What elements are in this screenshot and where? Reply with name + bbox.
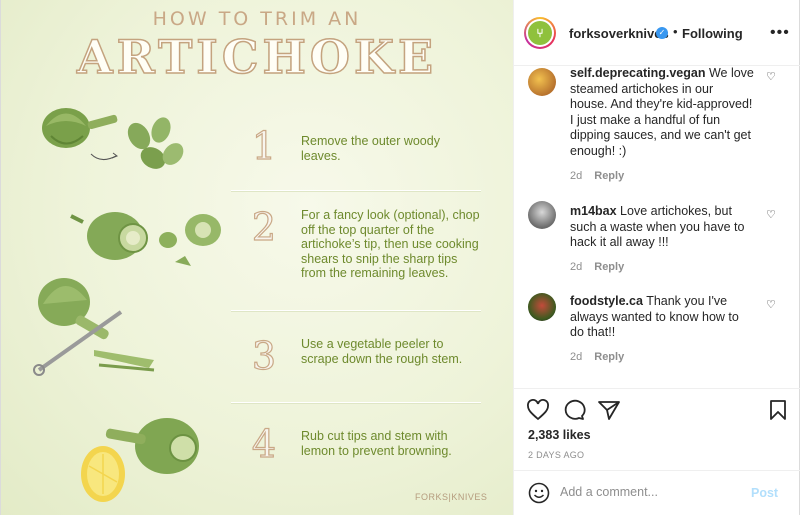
- post-side-panel: ⑂ forksoverknives ✓ • Following ••• self…: [513, 0, 800, 515]
- step-text: Rub cut tips and stem with lemon to prev…: [301, 429, 452, 458]
- peeler-stem-illustration: [33, 278, 155, 376]
- artichoke-cut-illustration: [70, 212, 221, 266]
- more-options-icon[interactable]: •••: [770, 24, 790, 42]
- comment-age[interactable]: 2d: [570, 351, 582, 363]
- step-number: 2: [251, 204, 277, 249]
- comment-text: self.deprecating.vegan We love steamed a…: [570, 66, 754, 159]
- step-divider: [231, 402, 481, 403]
- brand-watermark: FORKS|KNIVES: [415, 492, 488, 502]
- save-bookmark-icon[interactable]: [768, 399, 788, 421]
- comment-username[interactable]: foodstyle.ca: [570, 294, 643, 308]
- post-header: ⑂ forksoverknives ✓ • Following •••: [514, 0, 800, 66]
- comment-meta: 2d Reply: [570, 170, 636, 182]
- comment-text: m14bax Love artichokes, but such a waste…: [570, 204, 754, 251]
- reply-button[interactable]: Reply: [594, 170, 624, 182]
- comment-meta: 2d Reply: [570, 351, 636, 363]
- following-button[interactable]: Following: [682, 26, 743, 41]
- step-number: 3: [251, 333, 277, 378]
- likes-count[interactable]: 2,383 likes: [528, 428, 591, 442]
- emoji-icon[interactable]: [528, 482, 550, 504]
- reply-button[interactable]: Reply: [594, 351, 624, 363]
- separator-dot: •: [673, 24, 678, 39]
- comment-avatar[interactable]: [528, 201, 556, 229]
- comment-avatar[interactable]: [528, 293, 556, 321]
- reply-button[interactable]: Reply: [594, 261, 624, 273]
- step-divider: [231, 310, 481, 311]
- step-text: For a fancy look (optional), chop off th…: [301, 208, 480, 280]
- comment-age[interactable]: 2d: [570, 170, 582, 182]
- lemon-artichoke-illustration: [81, 418, 199, 502]
- add-comment-bar: Post: [514, 470, 800, 515]
- like-comment-heart-icon[interactable]: ♡: [766, 70, 776, 83]
- comment-username[interactable]: self.deprecating.vegan: [570, 66, 705, 80]
- post-dialog: HOW TO TRIM AN ARTICHOKE 1 Remove the ou…: [0, 0, 800, 515]
- post-comment-button[interactable]: Post: [751, 486, 778, 500]
- add-comment-input[interactable]: [560, 485, 740, 499]
- author-avatar[interactable]: ⑂: [524, 17, 556, 49]
- comment-bubble-icon[interactable]: [562, 399, 586, 421]
- step-divider: [231, 190, 481, 191]
- verified-badge-icon: ✓: [656, 27, 668, 39]
- infographic-title: ARTICHOKE: [76, 29, 438, 85]
- comment-age[interactable]: 2d: [570, 261, 582, 273]
- step-number: 1: [251, 123, 277, 168]
- share-paper-plane-icon[interactable]: [597, 399, 621, 421]
- like-comment-heart-icon[interactable]: ♡: [766, 298, 776, 311]
- infographic-subtitle: HOW TO TRIM AN: [152, 8, 362, 30]
- comments-list: self.deprecating.vegan We love steamed a…: [514, 66, 800, 388]
- step-text: Use a vegetable peeler to scrape down th…: [301, 337, 463, 366]
- like-comment-heart-icon[interactable]: ♡: [766, 208, 776, 221]
- post-date[interactable]: 2 DAYS AGO: [528, 450, 584, 460]
- post-actions: [514, 388, 800, 428]
- step-text: Remove the outer woody leaves.: [301, 134, 440, 163]
- post-image[interactable]: HOW TO TRIM AN ARTICHOKE 1 Remove the ou…: [1, 0, 513, 515]
- comment-text: foodstyle.ca Thank you I've always wante…: [570, 294, 754, 341]
- comment-meta: 2d Reply: [570, 261, 636, 273]
- comment-avatar[interactable]: [528, 68, 556, 96]
- comment-username[interactable]: m14bax: [570, 204, 617, 218]
- like-heart-icon[interactable]: [526, 399, 550, 421]
- step-number: 4: [251, 421, 277, 466]
- author-username[interactable]: forksoverknives: [569, 26, 669, 41]
- artichoke-leaves-illustration: [42, 108, 184, 169]
- fork-icon: ⑂: [528, 21, 552, 45]
